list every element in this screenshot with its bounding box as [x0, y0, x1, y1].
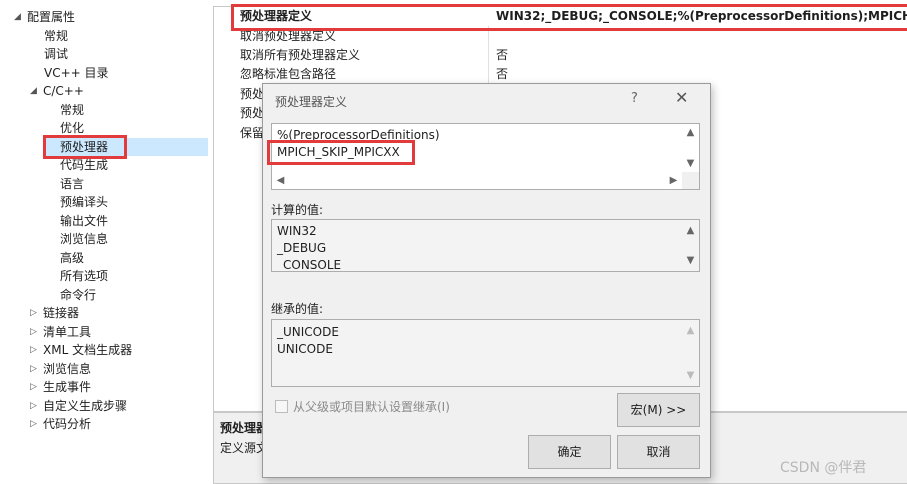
- tree-node-language[interactable]: 语言: [60, 175, 84, 193]
- description-text: 定义源文: [220, 441, 269, 455]
- close-icon[interactable]: ✕: [675, 88, 688, 107]
- tree-node-output-files[interactable]: 输出文件: [60, 212, 108, 230]
- collapsed-arrow-icon[interactable]: ▷: [30, 304, 37, 322]
- definitions-highlight-box: [231, 4, 907, 31]
- computed-values-label: 计算的值:: [271, 203, 324, 217]
- scroll-down-icon[interactable]: ▼: [682, 155, 699, 172]
- inherited-line: UNICODE: [277, 342, 333, 356]
- vertical-scrollbar[interactable]: ▲ ▼: [682, 220, 699, 271]
- computed-line: _CONSOLE: [277, 258, 342, 272]
- property-name: 保留: [240, 126, 265, 140]
- macro-button[interactable]: 宏(M) >>: [617, 393, 700, 427]
- scroll-up-icon[interactable]: ▲: [682, 124, 699, 141]
- property-value[interactable]: 否: [496, 46, 508, 65]
- property-value[interactable]: 否: [496, 65, 508, 84]
- watermark-text: CSDN @伴君: [780, 460, 867, 476]
- scroll-down-icon[interactable]: ▼: [682, 252, 699, 269]
- tree-node-all-options[interactable]: 所有选项: [60, 267, 108, 285]
- inherited-line: _UNICODE: [277, 325, 339, 339]
- inherit-checkbox[interactable]: [275, 400, 288, 413]
- tree-node-debugging[interactable]: 调试: [44, 45, 68, 63]
- property-row-ignore-std-include[interactable]: 忽略标准包含路径 否: [214, 65, 907, 84]
- vertical-scrollbar[interactable]: ▲ ▼: [682, 320, 699, 386]
- property-tree: ◢ 配置属性 常规 调试 VC++ 目录 ◢ C/C++ 常规 优化 预处理器 …: [0, 0, 208, 484]
- scroll-right-icon[interactable]: ▶: [665, 172, 682, 189]
- tree-node-general[interactable]: 常规: [44, 27, 68, 45]
- tree-node-browse-info[interactable]: 浏览信息: [60, 230, 108, 248]
- mpich-highlight-box: [267, 140, 415, 165]
- collapsed-arrow-icon[interactable]: ▷: [30, 323, 37, 341]
- collapsed-arrow-icon[interactable]: ▷: [30, 360, 37, 378]
- computed-values-box: WIN32 _DEBUG _CONSOLE ▲ ▼: [271, 219, 700, 272]
- scrollbar-corner: [682, 172, 699, 189]
- horizontal-scrollbar[interactable]: ◀ ▶: [272, 172, 682, 189]
- inherited-values-box: _UNICODE UNICODE ▲ ▼: [271, 319, 700, 387]
- cancel-button[interactable]: 取消: [617, 435, 700, 469]
- collapsed-arrow-icon[interactable]: ▷: [30, 397, 37, 415]
- inherit-checkbox-label: 从父级或项目默认设置继承(I): [293, 400, 450, 414]
- tree-node-cpp-general[interactable]: 常规: [60, 101, 84, 119]
- property-name: 忽略标准包含路径: [240, 67, 337, 81]
- scroll-up-icon[interactable]: ▲: [682, 222, 699, 239]
- help-icon[interactable]: ?: [631, 91, 638, 106]
- scroll-down-icon[interactable]: ▼: [682, 367, 699, 384]
- collapsed-arrow-icon[interactable]: ▷: [30, 341, 37, 359]
- tree-node-label: 配置属性: [27, 10, 76, 24]
- computed-line: _DEBUG: [277, 241, 327, 255]
- computed-line: WIN32: [277, 224, 317, 238]
- property-name: 预处: [240, 87, 265, 101]
- collapsed-arrow-icon[interactable]: ▷: [30, 415, 37, 433]
- property-row-undefine-all[interactable]: 取消所有预处理器定义 否: [214, 46, 907, 65]
- tree-node-command-line[interactable]: 命令行: [60, 286, 96, 304]
- property-name: 取消所有预处理器定义: [240, 48, 361, 62]
- expanded-arrow-icon[interactable]: ◢: [30, 82, 37, 100]
- dialog-title: 预处理器定义: [275, 95, 348, 109]
- expanded-arrow-icon[interactable]: ◢: [14, 8, 21, 26]
- collapsed-arrow-icon[interactable]: ▷: [30, 378, 37, 396]
- property-name: 预处: [240, 106, 265, 120]
- preprocessor-highlight-box: [43, 135, 127, 159]
- tree-node-vc-directories[interactable]: VC++ 目录: [44, 64, 109, 82]
- description-title: 预处理器: [220, 421, 269, 435]
- ok-button[interactable]: 确定: [528, 435, 611, 469]
- scroll-left-icon[interactable]: ◀: [272, 172, 289, 189]
- inherited-values-label: 继承的值:: [271, 302, 324, 316]
- tree-node-advanced[interactable]: 高级: [60, 249, 84, 267]
- scroll-up-icon[interactable]: ▲: [682, 322, 699, 339]
- tree-node-precompiled-headers[interactable]: 预编译头: [60, 193, 108, 211]
- vertical-scrollbar[interactable]: ▲ ▼: [682, 124, 699, 172]
